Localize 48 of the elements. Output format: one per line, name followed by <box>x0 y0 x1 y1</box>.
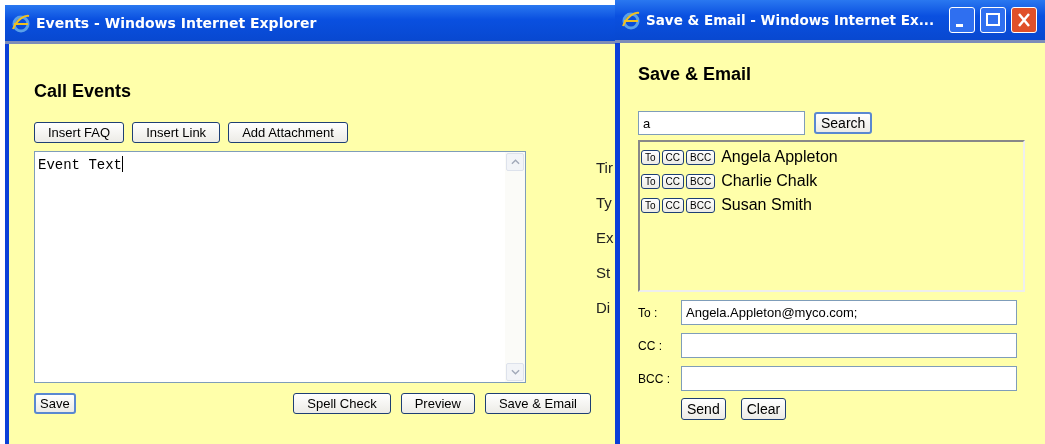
page-heading: Save & Email <box>638 64 753 85</box>
recipient-button[interactable]: CC <box>661 173 684 189</box>
browser-logo-icon <box>11 13 31 33</box>
window-title: Events - Windows Internet Explorer <box>36 15 317 31</box>
email-field[interactable]: Angela.Appleton@myco.com; <box>681 300 1017 325</box>
toolbar-button[interactable]: Insert FAQ <box>34 122 125 143</box>
field-label: Ty <box>596 194 613 211</box>
event-text-area[interactable]: Event Text <box>34 151 526 383</box>
recipient-button[interactable]: To <box>641 173 660 189</box>
form-button[interactable]: Spell Check <box>293 393 391 414</box>
form-button[interactable]: Save & Email <box>484 393 591 414</box>
browser-logo-icon <box>621 10 641 30</box>
contact-name: Charlie Chalk <box>721 172 818 190</box>
minimize-icon <box>955 23 963 27</box>
contact-name: Susan Smith <box>721 196 812 214</box>
page-heading: Call Events <box>34 81 133 102</box>
search-button[interactable]: Search <box>814 112 873 134</box>
form-button[interactable]: Clear <box>740 398 787 420</box>
field-label: BCC : <box>638 371 671 386</box>
field-label: Ex <box>596 229 614 246</box>
search-field[interactable]: a <box>638 111 805 135</box>
email-field[interactable] <box>681 333 1017 358</box>
email-field[interactable] <box>681 366 1017 391</box>
form-button[interactable]: Send <box>681 398 726 420</box>
recipient-button[interactable]: To <box>641 197 660 213</box>
form-button[interactable]: Save <box>34 393 76 414</box>
field-label: Di <box>596 299 612 316</box>
scroll-down-icon[interactable] <box>506 363 524 381</box>
minimize-button[interactable] <box>949 7 976 33</box>
window-title: Save & Email - Windows Internet Ex... <box>646 12 935 28</box>
recipient-button[interactable]: BCC <box>686 149 716 165</box>
toolbar-button[interactable]: Add Attachment <box>228 122 348 143</box>
recipient-button[interactable]: BCC <box>686 197 716 213</box>
recipient-button[interactable]: BCC <box>686 173 716 189</box>
contact-name: Angela Appleton <box>721 148 838 166</box>
field-label: CC : <box>638 338 663 353</box>
scroll-up-icon[interactable] <box>506 153 524 171</box>
recipient-button[interactable]: CC <box>661 197 684 213</box>
toolbar-button[interactable]: Insert Link <box>132 122 221 143</box>
scrollbar[interactable] <box>505 152 525 382</box>
form-button[interactable]: Preview <box>400 393 475 414</box>
field-label: St <box>596 264 612 281</box>
field-label: To : <box>638 305 659 320</box>
recipient-button[interactable]: To <box>641 149 660 165</box>
maximize-button[interactable] <box>980 7 1007 33</box>
field-label: Tir <box>596 159 614 176</box>
recipient-button[interactable]: CC <box>661 149 684 165</box>
close-button[interactable] <box>1011 7 1038 33</box>
